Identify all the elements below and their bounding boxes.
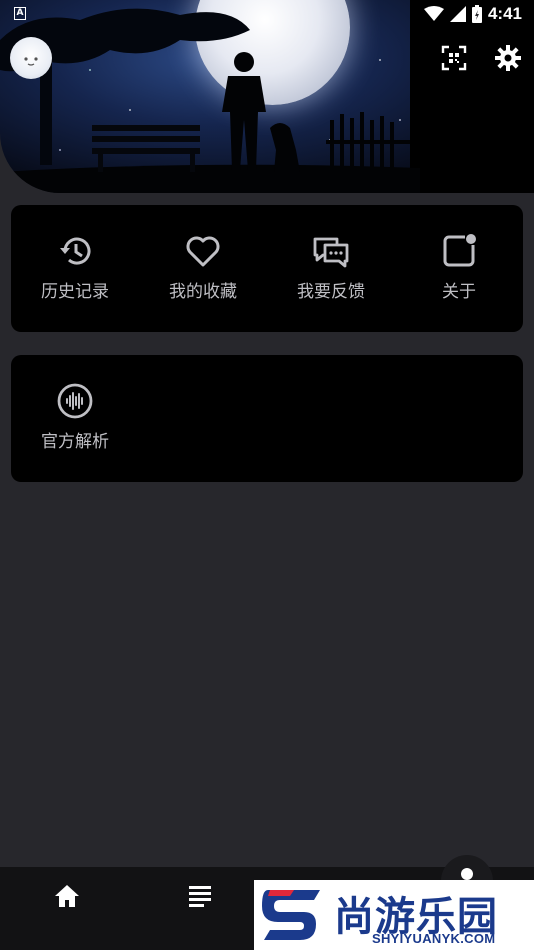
silhouette-scene (0, 8, 420, 193)
home-icon[interactable] (53, 882, 81, 910)
signal-icon (449, 6, 466, 22)
favorites-button[interactable]: 我的收藏 (139, 219, 267, 319)
feedback-button[interactable]: 我要反馈 (267, 219, 395, 319)
official-parse-label: 官方解析 (41, 432, 109, 452)
tools-card: 官方解析 (11, 355, 523, 482)
history-button[interactable]: 历史记录 (11, 219, 139, 319)
list-icon[interactable] (186, 882, 214, 910)
about-icon (443, 234, 476, 267)
feedback-label: 我要反馈 (297, 282, 365, 302)
about-button[interactable]: 关于 (395, 219, 523, 319)
status-time: 4:41 (487, 4, 522, 23)
history-icon (60, 237, 91, 265)
audio-wave-icon (57, 383, 93, 419)
cloud-avatar-icon[interactable] (10, 37, 52, 79)
watermark-subtitle: SHYIYUANYK.COM (372, 931, 496, 946)
notification-icon: A (14, 7, 26, 20)
heart-icon (186, 236, 220, 267)
battery-icon (471, 5, 482, 23)
wifi-icon (423, 6, 444, 21)
favorites-label: 我的收藏 (169, 282, 237, 302)
status-bar: A 4:41 (0, 0, 534, 28)
profile-dot-icon (461, 868, 473, 880)
menu-card: 历史记录 我的收藏 我要反馈 关于 (11, 205, 523, 332)
official-parse-button[interactable]: 官方解析 (11, 369, 139, 469)
qr-scan-icon[interactable] (440, 44, 468, 72)
history-label: 历史记录 (41, 282, 109, 302)
header-banner (0, 0, 534, 193)
feedback-icon (313, 237, 349, 268)
about-label: 关于 (442, 282, 476, 302)
watermark-logo-icon (262, 890, 320, 940)
watermark: 尚游乐园 SHYIYUANYK.COM (254, 880, 534, 950)
gear-icon[interactable] (494, 44, 522, 72)
